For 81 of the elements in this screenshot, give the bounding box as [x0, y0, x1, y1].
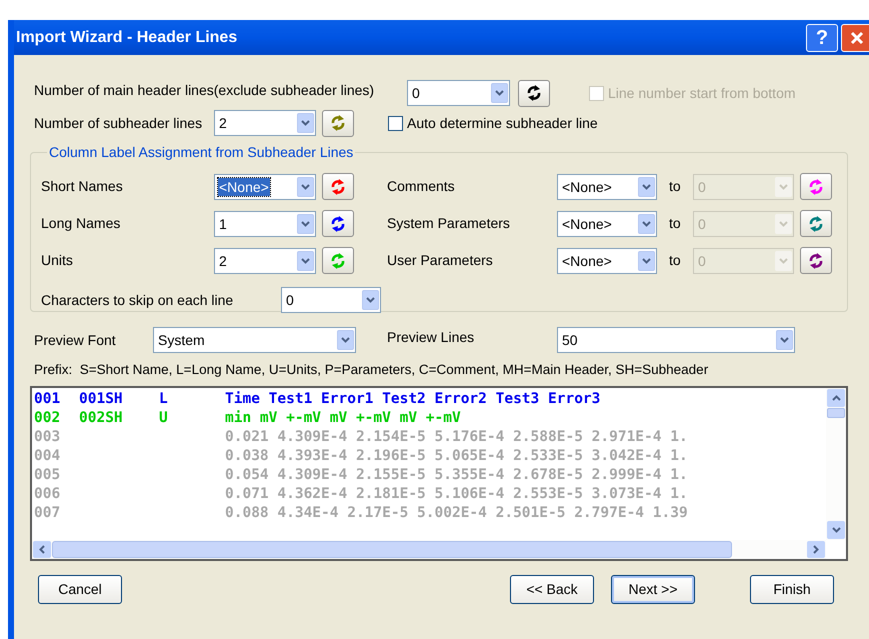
chevron-left-icon	[39, 545, 45, 554]
field-label: Short Names	[41, 177, 124, 196]
dropdown[interactable]: 0	[281, 287, 381, 313]
dropdown[interactable]: <None>	[214, 174, 316, 200]
scrollbar-thumb[interactable]	[827, 408, 845, 418]
line-number: 007	[34, 504, 62, 523]
field-label: Characters to skip on each line	[41, 290, 234, 310]
preview-text: 0.021 4.309E-4 2.154E-5 5.176E-4 2.588E-5 2.971E-4 1.	[225, 428, 688, 447]
dropdown[interactable]: 1	[214, 210, 316, 236]
line-number: 002	[34, 409, 62, 428]
chevron-right-icon	[813, 545, 819, 554]
chevron-down-icon	[832, 527, 840, 533]
dialog-button[interactable]: << Back	[510, 575, 594, 604]
group-title: Column Label Assignment from Subheader Lines	[48, 143, 354, 162]
field-label: Long Names	[41, 214, 122, 233]
chevron-down-icon	[642, 184, 651, 190]
chevron-down-icon	[642, 220, 651, 226]
chevron-down-icon	[341, 337, 350, 343]
field-label: Number of main header lines(exclude subheader lines)	[34, 81, 376, 100]
subheader-tag: 001SH	[79, 390, 159, 409]
field-label: System Parameters	[387, 214, 511, 233]
prefix-note: Prefix: S=Short Name, L=Long Name, U=Units, P=Parameters, C=Comment, MH=Main Header, SH=Subheader	[34, 361, 710, 378]
scrollbar-thumb[interactable]	[52, 541, 732, 558]
line-number: 005	[34, 466, 62, 485]
to-label: to	[669, 177, 682, 196]
chevron-down-icon	[779, 258, 788, 264]
dropdown[interactable]: System	[153, 327, 356, 353]
preview-text: Time Test1 Error1 Test2 Error2 Test3 Error3	[225, 390, 600, 409]
checkbox[interactable]	[388, 116, 403, 130]
line-type: L	[159, 390, 169, 409]
line-number: 006	[34, 485, 62, 504]
to-label: to	[669, 251, 682, 270]
refresh-button[interactable]	[322, 210, 354, 237]
preview-text: 0.054 4.309E-4 2.155E-5 5.355E-4 2.678E-5 2.999E-4 1.	[225, 466, 688, 485]
line-type: U	[159, 409, 169, 428]
field-label: Units	[41, 251, 74, 270]
checkbox-label: Line number start from bottom	[608, 84, 796, 102]
chevron-down-icon	[301, 220, 310, 226]
dialog-button[interactable]: Finish	[750, 575, 834, 604]
field-label: Comments	[387, 177, 456, 196]
chevron-down-icon	[301, 120, 310, 126]
preview-text: 0.038 4.393E-4 2.196E-5 5.065E-4 2.533E-5 3.042E-4 1.	[225, 447, 688, 466]
line-number: 004	[34, 447, 62, 466]
close-icon	[849, 30, 865, 46]
vertical-scrollbar[interactable]	[826, 388, 846, 540]
field-label: Preview Font	[34, 330, 117, 350]
dialog-button[interactable]: Cancel	[38, 575, 122, 604]
chevron-down-icon	[301, 258, 310, 264]
chevron-down-icon	[642, 258, 651, 264]
chevron-down-icon	[779, 220, 788, 226]
subheader-tag: 002SH	[79, 409, 159, 428]
chevron-down-icon	[779, 184, 788, 190]
dropdown[interactable]: <None>	[557, 248, 657, 274]
window-title: Import Wizard - Header Lines	[16, 28, 238, 48]
refresh-button[interactable]	[518, 80, 550, 106]
chevron-up-icon	[832, 395, 840, 401]
line-number: 003	[34, 428, 62, 447]
dialog-button[interactable]: Next >>	[611, 575, 695, 604]
close-button[interactable]	[841, 24, 869, 52]
field-label: Preview Lines	[387, 328, 476, 347]
dropdown[interactable]: <None>	[557, 174, 657, 200]
checkbox-label: Auto determine subheader line	[407, 114, 598, 132]
field-label: User Parameters	[387, 251, 494, 270]
horizontal-scrollbar[interactable]	[32, 540, 826, 559]
chevron-down-icon	[301, 184, 310, 190]
chevron-down-icon	[366, 297, 375, 303]
refresh-button[interactable]	[800, 247, 832, 274]
dropdown[interactable]: 2	[214, 110, 316, 136]
dropdown[interactable]: 0	[407, 80, 510, 106]
dropdown[interactable]: <None>	[557, 210, 657, 236]
chevron-down-icon	[495, 90, 504, 96]
help-button[interactable]: ?	[806, 24, 838, 52]
preview-text: 0.071 4.362E-4 2.181E-5 5.106E-4 2.553E-5 3.073E-4 1.	[225, 485, 688, 504]
line-number: 001	[34, 390, 62, 409]
preview-text: min mV +-mV mV +-mV mV +-mV	[225, 409, 461, 428]
chevron-down-icon	[780, 337, 789, 343]
field-label: Number of subheader lines	[34, 114, 204, 132]
preview-text: 0.088 4.34E-4 2.17E-5 5.002E-4 2.501E-5 2.797E-4 1.39	[225, 504, 688, 523]
dropdown[interactable]: 2	[214, 248, 316, 274]
to-label: to	[669, 214, 682, 233]
dropdown[interactable]: 50	[557, 327, 795, 353]
